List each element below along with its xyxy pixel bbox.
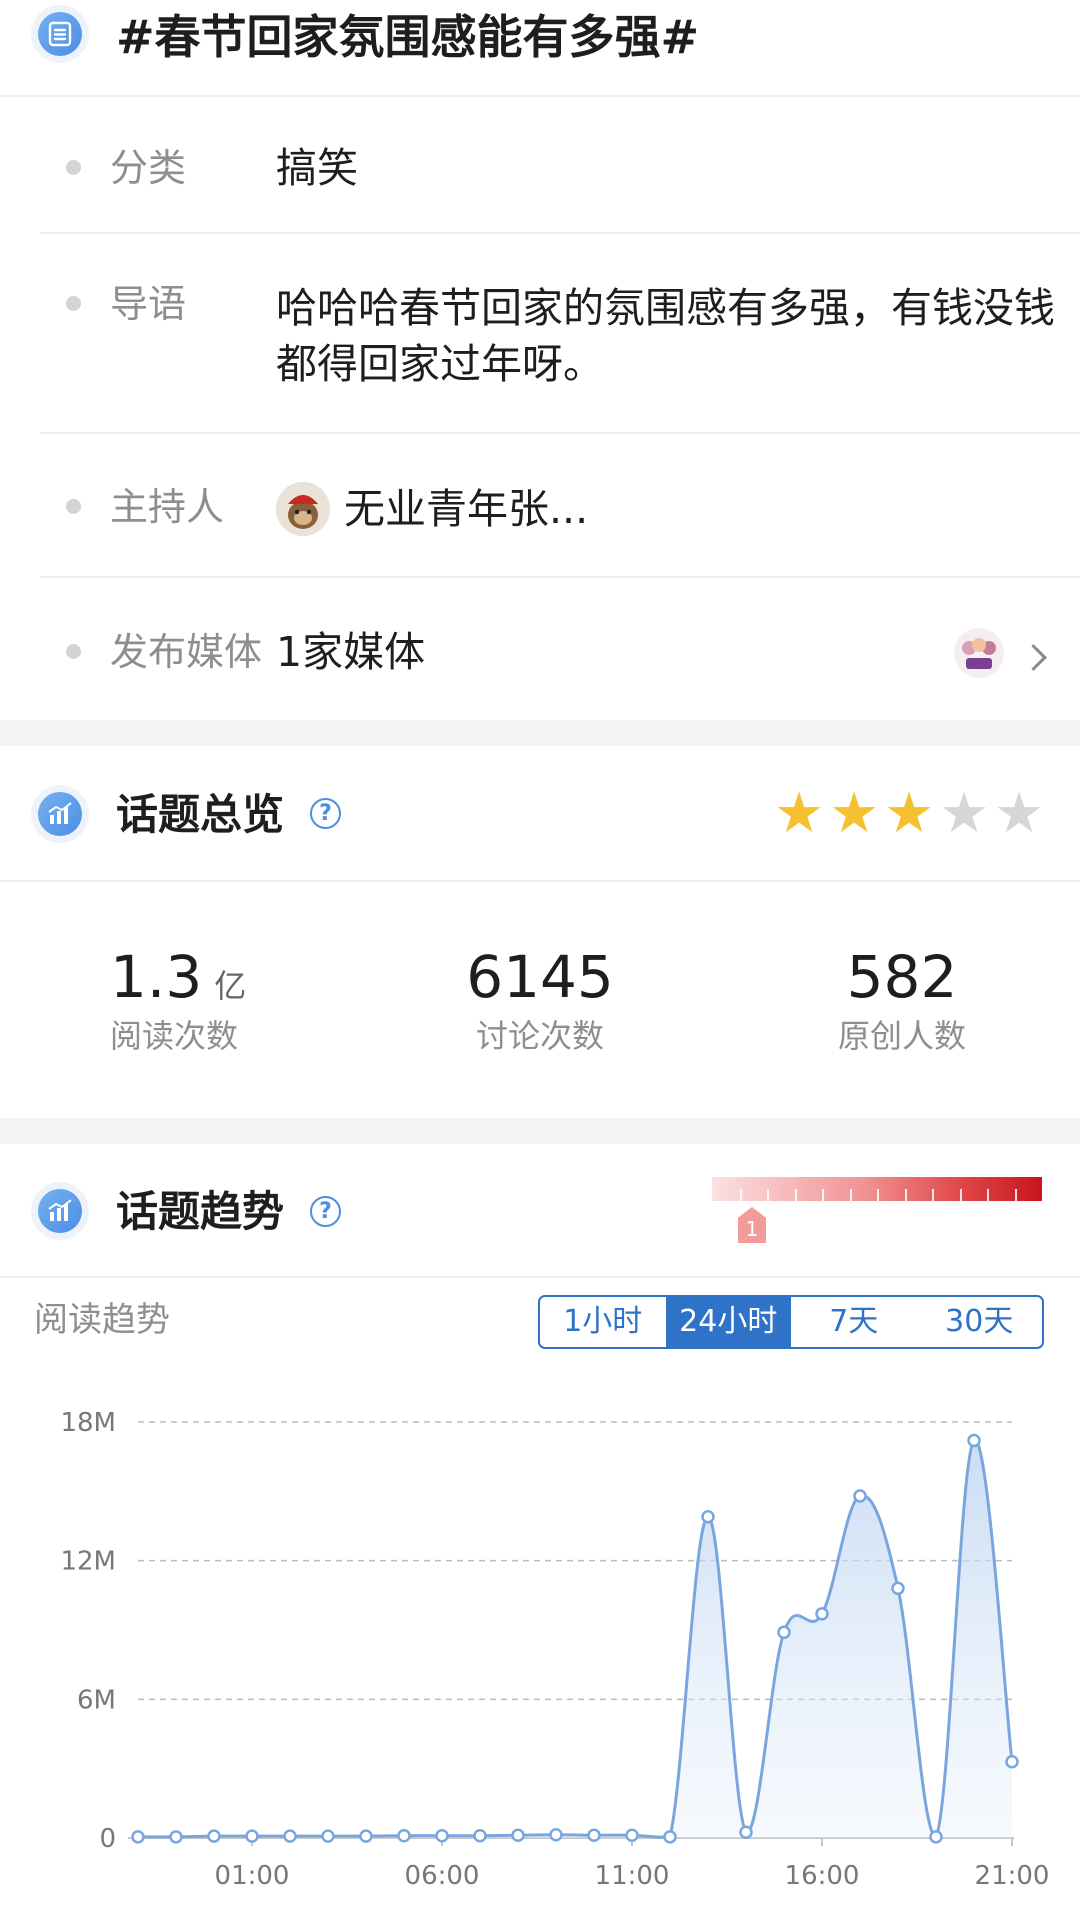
divider (0, 95, 1080, 97)
data-point (739, 1825, 753, 1839)
x-tick-label: 06:00 (405, 1861, 480, 1891)
stat-label: 原创人数 (837, 1017, 966, 1055)
topic-title: #春节回家氛围感能有多强# (116, 10, 700, 64)
tab-24h[interactable]: 24小时 (665, 1297, 791, 1347)
y-tick-label: 6M (77, 1685, 116, 1715)
data-point (359, 1829, 373, 1843)
star-icon: ★ (939, 781, 990, 846)
bullet-icon (66, 499, 81, 514)
divider (40, 232, 1080, 234)
data-point (397, 1828, 411, 1843)
host-avatar[interactable] (276, 482, 330, 536)
tab-7d[interactable]: 7天 (791, 1297, 917, 1347)
topic-detail-page: #春节回家氛围感能有多强# 分类 搞笑 导语 哈哈哈春节回家的氛围感有多强，有钱… (0, 0, 1080, 1906)
data-point (245, 1829, 259, 1843)
host-label: 主持人 (110, 485, 225, 529)
data-point (587, 1828, 601, 1842)
heat-tick (904, 1189, 907, 1201)
heat-level-marker: 1 (738, 1207, 766, 1243)
data-point (891, 1581, 905, 1596)
data-point (929, 1830, 943, 1844)
time-range-tabs[interactable]: 1小时 24小时 7天 30天 (538, 1295, 1044, 1349)
section-separator (0, 720, 1080, 746)
data-point (663, 1830, 677, 1844)
bullet-icon (66, 160, 81, 175)
divider (0, 1276, 1080, 1278)
x-tick-label: 16:00 (785, 1861, 860, 1891)
data-point (777, 1625, 791, 1640)
media-label: 发布媒体 (110, 630, 263, 674)
star-icon: ★ (884, 781, 935, 846)
heat-tick (1014, 1189, 1017, 1201)
data-point (283, 1829, 297, 1843)
topic-list-icon (31, 5, 89, 63)
chevron-right-icon[interactable] (1020, 644, 1047, 671)
heat-tick (822, 1189, 824, 1201)
section-separator (0, 1118, 1080, 1144)
data-point (321, 1829, 335, 1843)
tab-30d[interactable]: 30天 (917, 1297, 1043, 1347)
bullet-icon (66, 644, 81, 659)
reading-trend-chart: 0 6M 12M 18M 01:00 06:00 11:00 16:00 21:00 (60, 1408, 1050, 1891)
data-point (131, 1830, 145, 1844)
star-icon: ★ (829, 781, 880, 846)
divider (0, 880, 1080, 882)
star-icon: ★ (774, 781, 825, 846)
stat-label: 阅读次数 (110, 1017, 239, 1055)
stat-unit: 亿 (214, 967, 247, 1005)
y-tick-label: 12M (60, 1547, 116, 1577)
host-name[interactable]: 无业青年张... (344, 481, 588, 537)
heat-tick (794, 1189, 797, 1201)
intro-value: 哈哈哈春节回家的氛围感有多强，有钱没钱都得回家过年呀。 (276, 284, 1055, 388)
x-tick-label: 01:00 (215, 1861, 290, 1891)
data-point (815, 1607, 829, 1621)
media-avatar[interactable] (954, 628, 1004, 678)
trend-help-icon[interactable]: ? (310, 1196, 341, 1227)
media-count: 1家媒体 (276, 628, 426, 676)
x-tick-label: 21:00 (975, 1861, 1050, 1891)
heat-tick (767, 1189, 769, 1201)
data-point (511, 1828, 525, 1842)
stat-label: 讨论次数 (475, 1017, 604, 1055)
data-point (625, 1828, 639, 1842)
trend-area (138, 1440, 1012, 1838)
heat-tick (739, 1189, 742, 1201)
overview-title: 话题总览 (116, 790, 285, 839)
divider (40, 576, 1080, 578)
data-point (853, 1489, 867, 1503)
chart-bar-icon (31, 785, 89, 843)
stat-value: 1.3 亿 (110, 942, 310, 1021)
data-point (967, 1433, 981, 1448)
data-point (701, 1510, 715, 1524)
data-point (435, 1828, 449, 1843)
category-label: 分类 (110, 146, 187, 190)
heat-tick (959, 1189, 962, 1201)
data-point (169, 1830, 183, 1844)
intro-label: 导语 (110, 282, 187, 326)
y-tick-label: 18M (60, 1408, 116, 1438)
stat-value: 582 (846, 943, 958, 1011)
y-tick-label: 0 (99, 1824, 116, 1854)
data-point (207, 1829, 221, 1843)
star-icon: ★ (994, 781, 1045, 846)
tab-1h[interactable]: 1小时 (540, 1297, 666, 1347)
heat-tick (932, 1189, 934, 1201)
overview-help-icon[interactable]: ? (310, 798, 341, 829)
heat-tick (849, 1189, 852, 1201)
category-value: 搞笑 (276, 144, 358, 192)
divider (40, 432, 1080, 434)
x-tick-label: 11:00 (595, 1861, 670, 1891)
data-point (549, 1828, 563, 1842)
trend-title: 话题趋势 (116, 1187, 285, 1236)
chart-bar-icon (31, 1182, 89, 1240)
heat-tick (987, 1189, 989, 1201)
heat-tick (877, 1189, 879, 1201)
data-point (473, 1828, 487, 1843)
chart-subtitle: 阅读趋势 (34, 1300, 170, 1340)
stat-value: 6145 (466, 943, 614, 1011)
stat-number: 1.3 (110, 943, 203, 1011)
data-point (1005, 1754, 1019, 1769)
bullet-icon (66, 296, 81, 311)
